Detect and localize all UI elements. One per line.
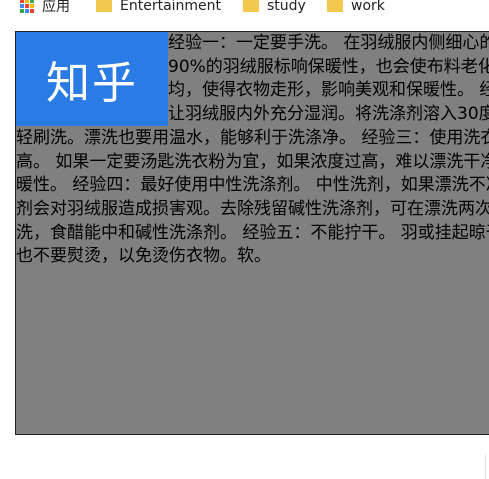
bookmark-folder-study[interactable]: study (243, 0, 306, 16)
article-container: 知乎 经验一：一定要手洗。 在羽绒服内侧细心的人都会发现，90%的羽绒服标响保暖… (15, 31, 489, 435)
apps-grid-dot (30, 4, 34, 8)
bookmark-apps-label: 应用 (42, 0, 70, 15)
bookmark-folder-label: work (351, 0, 385, 14)
apps-grid-dot (20, 4, 24, 8)
bookmark-folder-work[interactable]: work (327, 0, 385, 16)
logo-text: 知乎 (46, 58, 138, 109)
apps-grid-dot (25, 9, 29, 13)
apps-grid-dot (25, 0, 29, 3)
bookmark-folder-label: study (267, 0, 306, 14)
apps-grid-dot (30, 0, 34, 3)
folder-icon (243, 0, 259, 12)
apps-grid-dot (20, 9, 24, 13)
bookmark-apps[interactable]: 应用 (20, 0, 70, 16)
apps-grid-dot (20, 0, 24, 3)
folder-icon (327, 0, 343, 12)
bookmark-folder-label: Entertainment (120, 0, 222, 14)
apps-grid-icon (20, 0, 34, 13)
bookmarks-bar: 应用 Entertainment study work (0, 0, 489, 16)
apps-grid-dot (30, 9, 34, 13)
zhihu-logo[interactable]: 知乎 (16, 32, 168, 126)
page-background (0, 435, 489, 479)
scrollbar-edge (485, 455, 489, 479)
bookmark-folder-entertainment[interactable]: Entertainment (96, 0, 221, 16)
folder-icon (96, 0, 112, 12)
apps-grid-dot (25, 4, 29, 8)
